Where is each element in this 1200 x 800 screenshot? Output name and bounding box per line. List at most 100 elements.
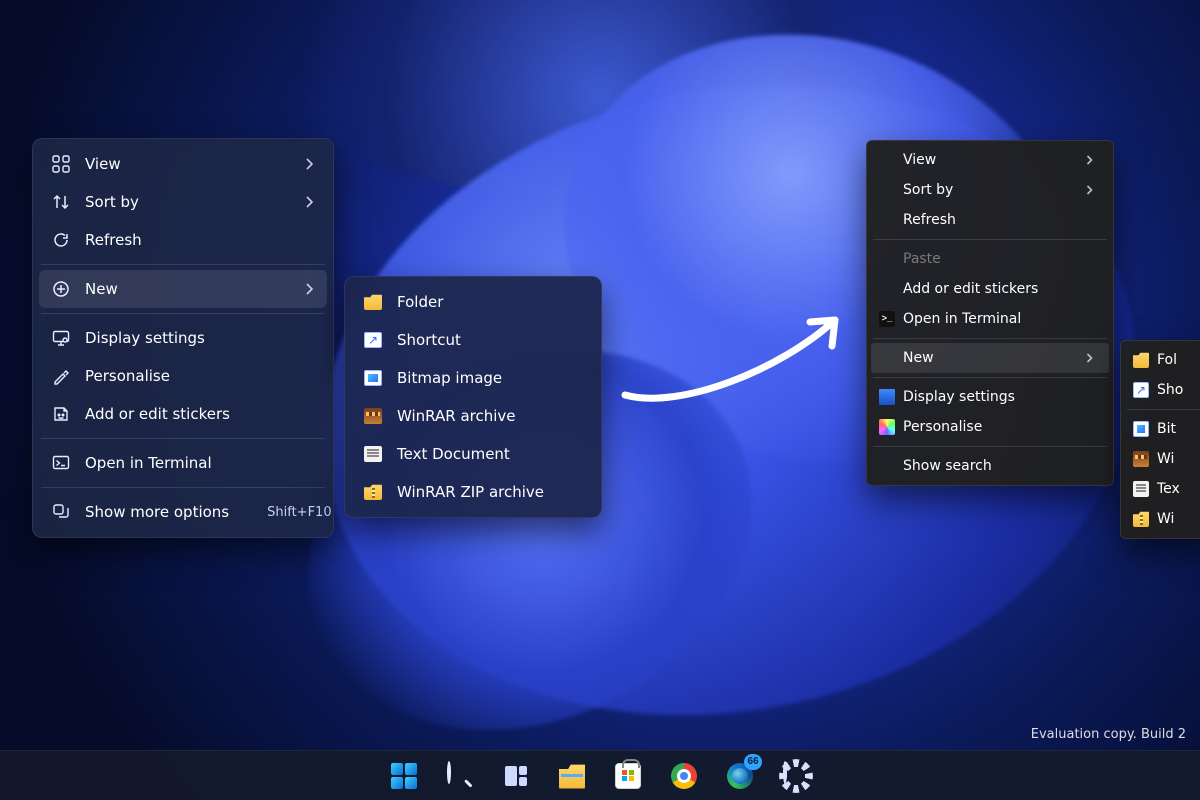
menu-label: Display settings	[85, 329, 313, 347]
menu-item-terminal[interactable]: Open in Terminal	[871, 304, 1109, 334]
desktop-context-menu: View Sort by Refresh New Display se	[32, 138, 334, 538]
menu-label: Personalise	[903, 419, 1093, 435]
chevron-right-icon	[1086, 185, 1093, 195]
submenu-item-folder[interactable]: Folder	[351, 283, 595, 321]
search-button[interactable]	[440, 756, 480, 796]
rar-icon	[1133, 451, 1149, 467]
notification-badge: 66	[744, 754, 762, 770]
edge-button[interactable]: 66	[720, 756, 760, 796]
menu-label: Personalise	[85, 367, 313, 385]
menu-separator	[873, 377, 1107, 378]
menu-separator	[1127, 409, 1200, 410]
menu-item-personalise[interactable]: Personalise	[39, 357, 327, 395]
folder-icon	[1133, 352, 1149, 368]
file-explorer-button[interactable]	[552, 756, 592, 796]
menu-label: Refresh	[903, 212, 1093, 228]
menu-label: Show search	[903, 458, 1093, 474]
microsoft-store-icon	[615, 763, 641, 789]
gear-icon	[783, 763, 809, 789]
menu-label: Tex	[1157, 481, 1200, 497]
chevron-right-icon	[305, 283, 313, 295]
submenu-item-folder[interactable]: Fol	[1125, 345, 1200, 375]
context-submenu-new: Folder Shortcut Bitmap image WinRAR archive…	[344, 276, 602, 518]
menu-item-paste: Paste	[871, 244, 1109, 274]
new-icon	[51, 279, 71, 299]
submenu-item-bmp[interactable]: Bit	[1125, 414, 1200, 444]
bmp-icon	[1133, 421, 1149, 437]
folder-icon	[363, 292, 383, 312]
submenu-item-txt[interactable]: Tex	[1125, 474, 1200, 504]
menu-item-refresh[interactable]: Refresh	[39, 221, 327, 259]
menu-item-view[interactable]: View	[871, 145, 1109, 175]
view-icon	[51, 154, 71, 174]
menu-item-new[interactable]: New	[39, 270, 327, 308]
search-icon	[447, 763, 473, 789]
stickers-icon	[51, 404, 71, 424]
menu-label: Sort by	[85, 193, 273, 211]
chevron-right-icon	[305, 196, 313, 208]
menu-label: Display settings	[903, 389, 1093, 405]
sort-icon	[51, 192, 71, 212]
settings-button[interactable]	[776, 756, 816, 796]
personalise-icon	[879, 419, 895, 435]
menu-item-display-settings[interactable]: Display settings	[39, 319, 327, 357]
classic-submenu-new: Fol Sho Bit Wi Tex Wi	[1120, 340, 1200, 539]
menu-separator	[41, 438, 325, 439]
terminal-icon	[879, 311, 895, 327]
menu-item-personalise[interactable]: Personalise	[871, 412, 1109, 442]
menu-label: WinRAR ZIP archive	[397, 483, 577, 501]
terminal-icon	[51, 453, 71, 473]
menu-separator	[873, 239, 1107, 240]
bmp-icon	[363, 368, 383, 388]
menu-item-new[interactable]: New	[871, 343, 1109, 373]
menu-item-display-settings[interactable]: Display settings	[871, 382, 1109, 412]
submenu-item-zip[interactable]: Wi	[1125, 504, 1200, 534]
menu-separator	[873, 338, 1107, 339]
chevron-right-icon	[1086, 155, 1093, 165]
start-button[interactable]	[384, 756, 424, 796]
menu-label: Wi	[1157, 451, 1200, 467]
submenu-item-rar[interactable]: Wi	[1125, 444, 1200, 474]
menu-label: Open in Terminal	[903, 311, 1093, 327]
task-view-button[interactable]	[496, 756, 536, 796]
menu-item-sort[interactable]: Sort by	[871, 175, 1109, 205]
menu-item-stickers[interactable]: Add or edit stickers	[871, 274, 1109, 304]
menu-item-refresh[interactable]: Refresh	[871, 205, 1109, 235]
submenu-item-zip[interactable]: WinRAR ZIP archive	[351, 473, 595, 511]
menu-label: WinRAR archive	[397, 407, 577, 425]
menu-label: Wi	[1157, 511, 1200, 527]
menu-item-sort[interactable]: Sort by	[39, 183, 327, 221]
submenu-item-shortcut[interactable]: Sho	[1125, 375, 1200, 405]
menu-label: Fol	[1157, 352, 1200, 368]
menu-label: Folder	[397, 293, 577, 311]
menu-item-show-more[interactable]: Show more options Shift+F10	[39, 493, 327, 531]
menu-label: Bitmap image	[397, 369, 577, 387]
menu-separator	[41, 264, 325, 265]
menu-label: Bit	[1157, 421, 1200, 437]
display-settings-icon	[51, 328, 71, 348]
menu-label: View	[903, 152, 1048, 168]
microsoft-store-button[interactable]	[608, 756, 648, 796]
menu-separator	[873, 446, 1107, 447]
shortcut-icon	[363, 330, 383, 350]
shortcut-icon	[1133, 382, 1149, 398]
evaluation-watermark: Evaluation copy. Build 2	[1031, 727, 1186, 742]
zip-icon	[363, 482, 383, 502]
submenu-item-bmp[interactable]: Bitmap image	[351, 359, 595, 397]
menu-item-terminal[interactable]: Open in Terminal	[39, 444, 327, 482]
menu-separator	[41, 313, 325, 314]
menu-label: Add or edit stickers	[903, 281, 1093, 297]
chrome-button[interactable]	[664, 756, 704, 796]
menu-label: New	[903, 350, 1048, 366]
submenu-item-txt[interactable]: Text Document	[351, 435, 595, 473]
menu-label: Sort by	[903, 182, 1048, 198]
windows-logo-icon	[391, 763, 417, 789]
menu-item-stickers[interactable]: Add or edit stickers	[39, 395, 327, 433]
submenu-item-shortcut[interactable]: Shortcut	[351, 321, 595, 359]
txt-icon	[363, 444, 383, 464]
submenu-item-rar[interactable]: WinRAR archive	[351, 397, 595, 435]
menu-item-show-search[interactable]: Show search	[871, 451, 1109, 481]
menu-label: Text Document	[397, 445, 577, 463]
task-view-icon	[503, 763, 529, 789]
menu-item-view[interactable]: View	[39, 145, 327, 183]
